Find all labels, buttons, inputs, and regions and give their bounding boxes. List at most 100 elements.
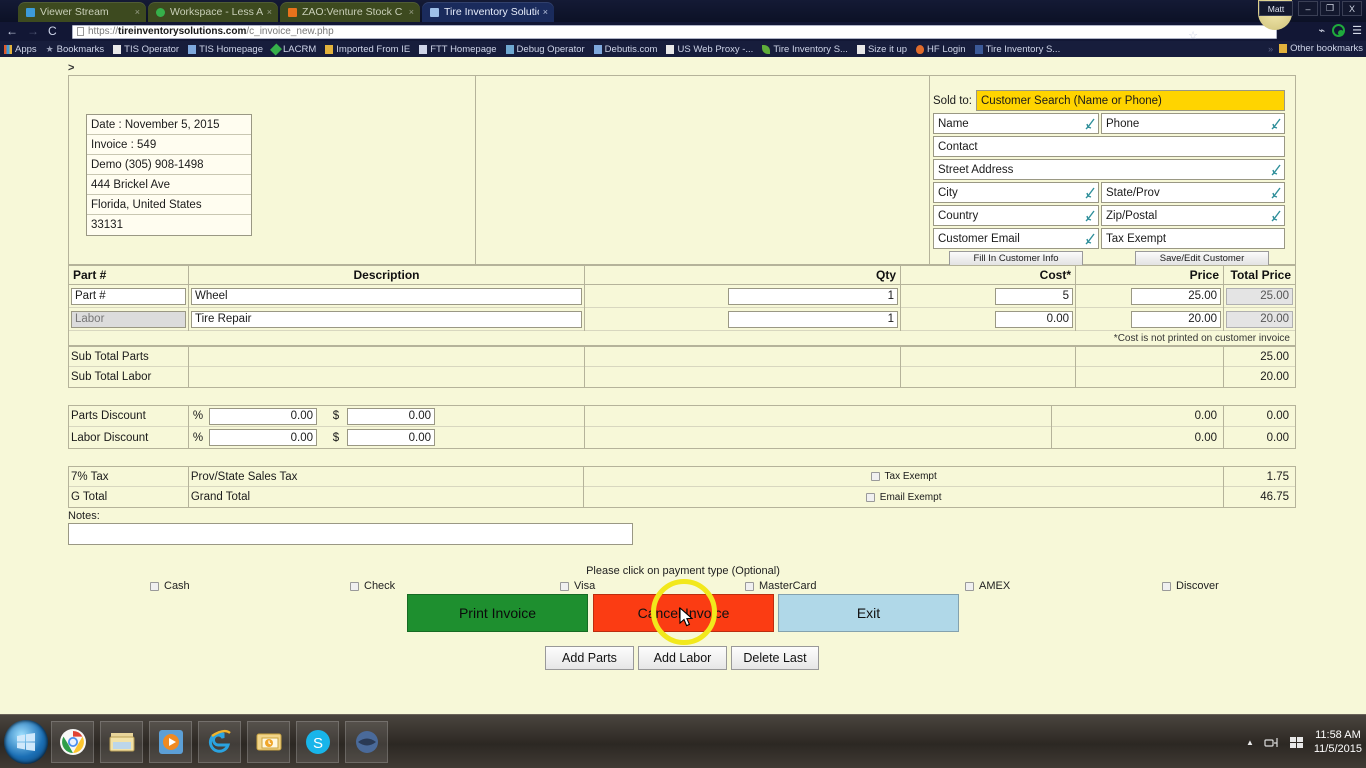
visa-checkbox[interactable] bbox=[560, 581, 569, 591]
customer-email-field[interactable]: Customer Email bbox=[933, 228, 1099, 249]
bookmark-tis-homepage[interactable]: TIS Homepage bbox=[188, 44, 263, 55]
resize-handle-icon[interactable] bbox=[1271, 118, 1281, 130]
row-part-input[interactable]: Labor bbox=[71, 310, 186, 328]
payment-option-visa[interactable]: Visa bbox=[560, 580, 595, 592]
payment-option-check[interactable]: Check bbox=[350, 580, 395, 592]
bookmark-apps[interactable]: Apps bbox=[4, 44, 37, 55]
network-icon[interactable] bbox=[1264, 736, 1279, 749]
reload-icon[interactable]: C bbox=[48, 25, 57, 37]
add-parts-button[interactable]: Add Parts bbox=[545, 646, 634, 670]
row-price-input[interactable]: 20.00 bbox=[1131, 310, 1221, 328]
resize-handle-icon[interactable] bbox=[1085, 118, 1095, 130]
discover-checkbox[interactable] bbox=[1162, 581, 1171, 591]
bookmark-size-it-up[interactable]: Size it up bbox=[856, 44, 907, 55]
bookmark-ftt-homepage[interactable]: FTT Homepage bbox=[419, 44, 497, 55]
menu-icon[interactable]: ☰ bbox=[1352, 24, 1362, 37]
bookmark-overflow-icon[interactable]: » bbox=[1268, 44, 1273, 54]
windows-flag-icon[interactable] bbox=[1289, 735, 1304, 749]
bookmark-other-bookmarks[interactable]: Other bookmarks bbox=[1279, 43, 1363, 54]
resize-handle-icon[interactable] bbox=[1085, 210, 1095, 222]
taskbar-clock[interactable]: 11:58 AM 11/5/2015 bbox=[1314, 728, 1362, 756]
payment-option-discover[interactable]: Discover bbox=[1162, 580, 1219, 592]
resize-handle-icon[interactable] bbox=[1085, 233, 1095, 245]
row-description-input[interactable]: Wheel bbox=[191, 287, 582, 305]
payment-option-amex[interactable]: AMEX bbox=[965, 580, 1010, 592]
tab-close-icon[interactable]: × bbox=[543, 7, 548, 17]
status-circle-icon[interactable] bbox=[1332, 24, 1346, 37]
labor-discount-amount-input[interactable]: 0.00 bbox=[347, 429, 435, 446]
taskbar-item-chrome[interactable] bbox=[51, 721, 94, 763]
close-button[interactable]: X bbox=[1342, 1, 1362, 16]
extension-icon[interactable]: ⌁ bbox=[1319, 24, 1326, 37]
address-bar[interactable]: https:// tireinventorysolutions.com /c_i… bbox=[72, 24, 1277, 42]
tax-exempt-checkbox[interactable] bbox=[870, 472, 880, 481]
resize-handle-icon[interactable] bbox=[1271, 210, 1281, 222]
bookmark-imported-from-ie[interactable]: Imported From IE bbox=[325, 44, 410, 55]
resize-handle-icon[interactable] bbox=[1271, 164, 1281, 176]
row-qty-input[interactable]: 1 bbox=[728, 287, 898, 305]
taskbar-item-app[interactable] bbox=[345, 721, 388, 763]
phone-field[interactable]: Phone bbox=[1101, 113, 1285, 134]
parts-discount-percent-input[interactable]: 0.00 bbox=[209, 407, 317, 425]
bookmark-star-icon[interactable]: ☆ bbox=[1188, 29, 1198, 42]
city-field[interactable]: City bbox=[933, 182, 1099, 203]
state-prov-field[interactable]: State/Prov bbox=[1101, 182, 1285, 203]
amex-checkbox[interactable] bbox=[965, 581, 974, 591]
email-exempt-checkbox[interactable] bbox=[865, 492, 875, 502]
bookmark-debutis[interactable]: Debutis.com bbox=[593, 44, 657, 55]
bookmark-hf-login[interactable]: HF Login bbox=[916, 44, 966, 55]
minimize-button[interactable]: – bbox=[1298, 1, 1318, 16]
check-checkbox[interactable] bbox=[350, 581, 359, 591]
row-description-input[interactable]: Tire Repair bbox=[191, 310, 582, 328]
tax-exempt-field[interactable]: Tax Exempt bbox=[1101, 228, 1285, 249]
start-button[interactable] bbox=[4, 720, 48, 764]
row-price-input[interactable]: 25.00 bbox=[1131, 287, 1221, 305]
tray-overflow-icon[interactable]: ▲ bbox=[1246, 738, 1254, 747]
tab-close-icon[interactable]: × bbox=[135, 7, 140, 17]
tab-close-icon[interactable]: × bbox=[409, 7, 414, 17]
mastercard-checkbox[interactable] bbox=[745, 581, 754, 591]
browser-tab-3[interactable]: Tire Inventory Solutio × bbox=[422, 2, 554, 22]
save-edit-customer-button[interactable]: Save/Edit Customer bbox=[1135, 251, 1269, 266]
row-cost-input[interactable]: 5 bbox=[995, 287, 1073, 305]
maximize-button[interactable]: ❐ bbox=[1320, 1, 1340, 16]
notes-input[interactable] bbox=[68, 523, 633, 545]
row-part-input[interactable]: Part # bbox=[71, 287, 186, 305]
payment-option-cash[interactable]: Cash bbox=[150, 580, 190, 592]
browser-tab-0[interactable]: Viewer Stream × bbox=[18, 2, 146, 22]
bookmark-us-web-proxy[interactable]: US Web Proxy -... bbox=[666, 44, 753, 55]
bookmark-debug-operator[interactable]: Debug Operator bbox=[505, 44, 585, 55]
contact-field[interactable]: Contact bbox=[933, 136, 1285, 157]
parts-discount-amount-input[interactable]: 0.00 bbox=[347, 407, 435, 425]
fill-in-customer-info-button[interactable]: Fill In Customer Info bbox=[949, 251, 1083, 266]
bookmark-lacrm[interactable]: LACRM bbox=[269, 42, 316, 56]
labor-discount-percent-input[interactable]: 0.00 bbox=[209, 429, 317, 446]
resize-handle-icon[interactable] bbox=[1085, 187, 1095, 199]
row-qty-input[interactable]: 1 bbox=[728, 310, 898, 328]
taskbar-item-media-player[interactable] bbox=[149, 721, 192, 763]
taskbar-item-file-explorer[interactable] bbox=[100, 721, 143, 763]
row-cost-input[interactable]: 0.00 bbox=[995, 310, 1073, 328]
tab-close-icon[interactable]: × bbox=[267, 7, 272, 17]
bookmark-tire-inventory-1[interactable]: Tire Inventory S... bbox=[762, 44, 848, 55]
user-name-chip[interactable]: Matt bbox=[1259, 1, 1293, 16]
taskbar-item-outlook[interactable] bbox=[247, 721, 290, 763]
cash-checkbox[interactable] bbox=[150, 581, 159, 591]
street-address-field[interactable]: Street Address bbox=[933, 159, 1285, 180]
country-field[interactable]: Country bbox=[933, 205, 1099, 226]
bookmark-tire-inventory-2[interactable]: Tire Inventory S... bbox=[974, 44, 1060, 55]
browser-tab-1[interactable]: Workspace - Less An × bbox=[148, 2, 278, 22]
print-invoice-button[interactable]: Print Invoice bbox=[407, 594, 588, 632]
taskbar-item-internet-explorer[interactable] bbox=[198, 721, 241, 763]
name-field[interactable]: Name bbox=[933, 113, 1099, 134]
taskbar-item-skype[interactable]: S bbox=[296, 721, 339, 763]
back-icon[interactable]: ← bbox=[6, 25, 18, 37]
resize-handle-icon[interactable] bbox=[1271, 187, 1281, 199]
delete-last-button[interactable]: Delete Last bbox=[731, 646, 819, 670]
customer-search-input[interactable]: Customer Search (Name or Phone) bbox=[976, 90, 1285, 111]
bookmark-tis-operator[interactable]: TIS Operator bbox=[113, 44, 179, 55]
payment-option-mastercard[interactable]: MasterCard bbox=[745, 580, 816, 592]
bookmark-bookmarks[interactable]: ★ Bookmarks bbox=[46, 44, 105, 55]
browser-tab-2[interactable]: ZAO:Venture Stock C × bbox=[280, 2, 420, 22]
add-labor-button[interactable]: Add Labor bbox=[638, 646, 727, 670]
